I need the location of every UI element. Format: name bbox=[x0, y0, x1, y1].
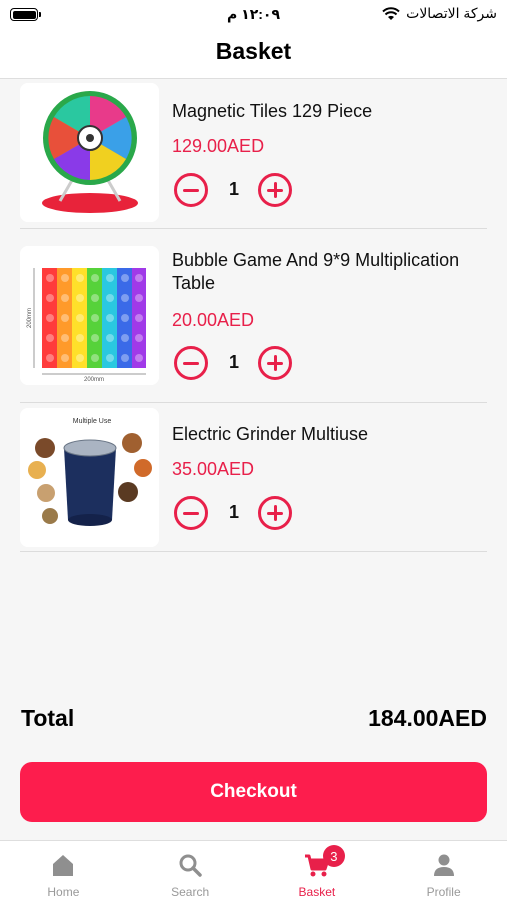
increase-quantity-button[interactable] bbox=[258, 346, 292, 380]
minus-icon bbox=[183, 361, 199, 365]
decrease-quantity-button[interactable] bbox=[174, 346, 208, 380]
decrease-quantity-button[interactable] bbox=[174, 173, 208, 207]
quantity-stepper: 1 bbox=[172, 346, 292, 380]
basket-item: Multiple Use Electric Grinder Multiuse 3… bbox=[20, 403, 487, 552]
magnetic-tiles-wheel-icon bbox=[20, 83, 159, 222]
wifi-icon bbox=[382, 6, 400, 20]
quantity-stepper: 1 bbox=[172, 496, 292, 530]
product-name[interactable]: Electric Grinder Multiuse bbox=[172, 423, 472, 446]
increase-quantity-button[interactable] bbox=[258, 173, 292, 207]
product-image[interactable] bbox=[20, 83, 159, 222]
tab-search[interactable]: Search bbox=[127, 841, 254, 900]
product-image[interactable]: 200mm 200mm bbox=[20, 246, 159, 385]
product-price: 35.00AED bbox=[172, 459, 255, 479]
tab-label: Search bbox=[171, 885, 210, 899]
tab-label: Home bbox=[47, 885, 80, 899]
tab-bar: Home Search 3 Basket Profile bbox=[0, 840, 507, 900]
total-value: 184.00AED bbox=[368, 705, 487, 731]
person-icon bbox=[433, 854, 454, 876]
quantity-value: 1 bbox=[228, 502, 239, 522]
carrier-name: شركة الاتصالات bbox=[406, 5, 497, 21]
quantity-value: 1 bbox=[228, 179, 239, 199]
basket-item: Magnetic Tiles 129 Piece 129.00AED 1 bbox=[20, 80, 487, 229]
electric-grinder-icon: Multiple Use bbox=[20, 408, 159, 547]
cart-count-badge: 3 bbox=[322, 845, 345, 867]
basket-item: 200mm 200mm Bubble Game And 9*9 Multipli… bbox=[20, 229, 487, 403]
product-image[interactable]: Multiple Use bbox=[20, 408, 159, 547]
minus-icon bbox=[183, 188, 199, 192]
home-icon bbox=[53, 855, 74, 876]
checkout-button[interactable]: Checkout bbox=[20, 762, 487, 822]
thumb-title: Multiple Use bbox=[73, 418, 112, 425]
status-right: شركة الاتصالات bbox=[382, 5, 497, 22]
status-bar: ١٢:٠٩ م شركة الاتصالات bbox=[0, 0, 507, 30]
product-price: 20.00AED bbox=[172, 310, 255, 330]
quantity-value: 1 bbox=[228, 352, 239, 372]
page-title: Basket bbox=[215, 38, 292, 64]
quantity-stepper: 1 bbox=[172, 173, 292, 207]
height-dimension: 200mm bbox=[27, 308, 33, 328]
total-label: Total bbox=[21, 705, 75, 731]
product-name[interactable]: Magnetic Tiles 129 Piece bbox=[172, 100, 472, 123]
tab-basket[interactable]: 3 Basket bbox=[254, 841, 381, 900]
tab-profile[interactable]: Profile bbox=[380, 841, 507, 900]
width-dimension: 200mm bbox=[84, 377, 104, 383]
rainbow-pop-board-icon: 200mm 200mm bbox=[20, 246, 159, 385]
tab-label: Basket bbox=[298, 885, 336, 899]
increase-quantity-button[interactable] bbox=[258, 496, 292, 530]
product-name[interactable]: Bubble Game And 9*9 Multiplication Table bbox=[172, 249, 472, 295]
minus-icon bbox=[183, 511, 199, 515]
header: Basket bbox=[0, 30, 507, 79]
search-icon bbox=[179, 854, 202, 877]
tab-home[interactable]: Home bbox=[0, 841, 127, 900]
product-price: 129.00AED bbox=[172, 136, 265, 156]
tab-label: Profile bbox=[426, 885, 461, 899]
decrease-quantity-button[interactable] bbox=[174, 496, 208, 530]
